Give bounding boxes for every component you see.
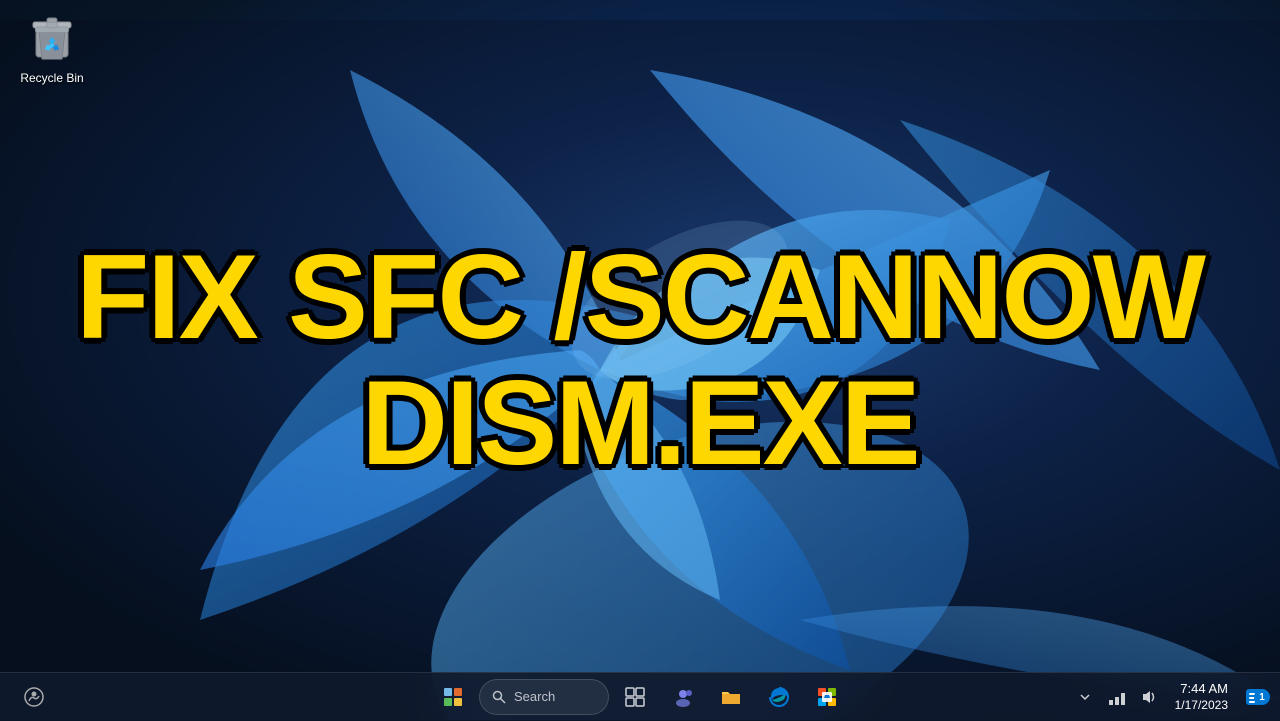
show-hidden-icons-button[interactable] (1071, 683, 1099, 711)
clock-time: 7:44 AM (1175, 681, 1228, 698)
taskbar-left (12, 673, 56, 721)
file-explorer-button[interactable] (709, 675, 753, 719)
start-button[interactable] (431, 675, 475, 719)
recycle-bin-label: Recycle Bin (20, 71, 83, 85)
task-view-button[interactable] (613, 675, 657, 719)
clock-date: 1/17/2023 (1175, 698, 1228, 714)
search-label: Search (514, 689, 555, 704)
network-icon[interactable] (1103, 683, 1131, 711)
chat-button[interactable] (661, 675, 705, 719)
notification-center-button[interactable]: 1 (1240, 683, 1268, 711)
edge-browser-button[interactable] (757, 675, 801, 719)
taskbar-right: 7:44 AM 1/17/2023 1 (1071, 673, 1268, 721)
recycle-bin-icon[interactable]: Recycle Bin (12, 9, 92, 87)
weather-icon[interactable] (12, 675, 56, 719)
overlay-container: FIX SFC /SCANNOW DISM.EXE (0, 234, 1280, 486)
volume-icon[interactable] (1135, 683, 1163, 711)
store-button[interactable] (805, 675, 849, 719)
taskbar-center: Search (431, 675, 849, 719)
search-icon (492, 690, 506, 704)
search-button[interactable]: Search (479, 679, 609, 715)
overlay-line2: DISM.EXE (0, 360, 1280, 486)
system-clock[interactable]: 7:44 AM 1/17/2023 (1167, 681, 1236, 713)
notification-badge: 1 (1254, 689, 1270, 705)
taskbar: Search (0, 672, 1280, 720)
overlay-line1: FIX SFC /SCANNOW (0, 234, 1280, 360)
